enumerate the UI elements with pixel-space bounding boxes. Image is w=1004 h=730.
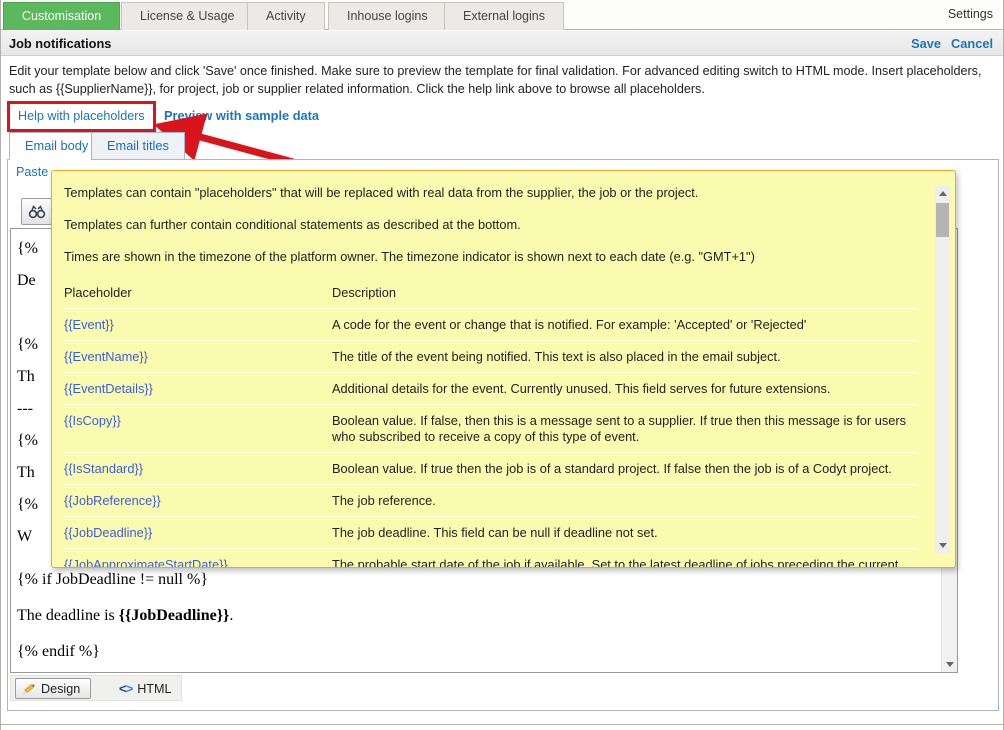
design-mode-button[interactable]: Design [15, 678, 91, 699]
editor-line: Th [17, 368, 35, 386]
placeholder-link[interactable]: {{Event}} [64, 317, 114, 332]
annotation-box: Help with placeholders [7, 101, 156, 132]
scrollbar-thumb[interactable] [936, 203, 949, 237]
editor-line-endif: {% endif %} [17, 643, 100, 661]
table-row: {{JobApproximateStartDate}} The probable… [64, 548, 915, 568]
editor-line: {% [17, 240, 38, 258]
preview-with-sample-data-link[interactable]: Preview with sample data [164, 108, 319, 123]
table-row: {{JobDeadline}} The job deadline. This f… [64, 516, 915, 548]
binoculars-icon [28, 205, 46, 219]
tooltip-intro-line: Templates can contain "placeholders" tha… [64, 177, 915, 209]
placeholder-description: Boolean value. If true then the job is o… [332, 453, 915, 484]
help-with-placeholders-link[interactable]: Help with placeholders [18, 109, 145, 123]
placeholder-description: Additional details for the event. Curren… [332, 373, 915, 404]
pencil-icon [22, 682, 36, 696]
placeholder-link[interactable]: {{JobDeadline}} [64, 525, 152, 540]
scroll-down-icon[interactable] [935, 537, 950, 553]
placeholder-description: The job deadline. This field can be null… [332, 517, 915, 548]
find-button[interactable] [21, 198, 52, 225]
tab-activity[interactable]: Activity [247, 2, 325, 30]
html-label: HTML [137, 682, 171, 696]
editor-line: Th [17, 464, 35, 482]
editor-line-deadline: The deadline is {{JobDeadline}}. [17, 607, 233, 625]
editor-line: De [17, 272, 36, 290]
placeholder-description: The job reference. [332, 485, 915, 516]
html-mode-button[interactable]: <> HTML [111, 678, 179, 699]
table-row: {{IsStandard}} Boolean value. If true th… [64, 452, 915, 484]
tooltip-intro-line: Templates can further contain conditiona… [64, 209, 915, 241]
tab-external-logins[interactable]: External logins [444, 2, 564, 30]
placeholder-link[interactable]: {{JobReference}} [64, 493, 161, 508]
cancel-button[interactable]: Cancel [951, 36, 993, 51]
scroll-up-icon[interactable] [935, 185, 950, 201]
tooltip-intro-line: Times are shown in the timezone of the p… [64, 241, 915, 273]
page-bottom-border [1, 724, 1003, 730]
tab-customisation[interactable]: Customisation [3, 2, 120, 30]
design-label: Design [41, 682, 80, 696]
tab-license-usage[interactable]: License & Usage [121, 2, 254, 30]
placeholder-link[interactable]: {{EventDetails}} [64, 381, 153, 396]
tooltip-scrollbar[interactable] [935, 185, 950, 553]
placeholder-link[interactable]: {{IsStandard}} [64, 461, 143, 476]
placeholder-link[interactable]: {{JobApproximateStartDate}} [64, 557, 228, 568]
settings-link[interactable]: Settings [948, 7, 993, 21]
placeholder-description: A code for the event or change that is n… [332, 309, 915, 340]
editor-line: {% [17, 336, 38, 354]
placeholder-link[interactable]: {{IsCopy}} [64, 413, 121, 428]
section-header: Job notifications Save Cancel [1, 31, 1003, 56]
col-header-description: Description [332, 277, 915, 308]
scroll-down-icon[interactable] [942, 656, 957, 672]
table-header-row: Placeholder Description [64, 277, 915, 308]
placeholder-description: The probable start date of the job if av… [332, 549, 915, 568]
deadline-placeholder: {{JobDeadline}} [119, 607, 230, 624]
save-button[interactable]: Save [911, 36, 941, 51]
table-row: {{Event}} A code for the event or change… [64, 308, 915, 340]
editor-line: --- [17, 400, 33, 418]
placeholders-table: Placeholder Description {{Event}} A code… [64, 277, 915, 568]
deadline-text: The deadline is [17, 607, 119, 624]
mode-switch-bar: Design <> HTML [10, 675, 182, 701]
editor-line: {% [17, 432, 38, 450]
col-header-placeholder: Placeholder [64, 277, 332, 307]
paste-link[interactable]: Paste [16, 165, 48, 179]
table-row: {{JobReference}} The job reference. [64, 484, 915, 516]
table-row: {{EventDetails}} Additional details for … [64, 372, 915, 404]
editor-line: W [17, 528, 32, 546]
editor-line-if: {% if JobDeadline != null %} [17, 571, 208, 589]
deadline-period: . [229, 607, 233, 624]
app-window: Customisation License & Usage Activity I… [0, 0, 1004, 730]
tab-inhouse-logins[interactable]: Inhouse logins [328, 2, 447, 30]
placeholder-description: The title of the event being notified. T… [332, 341, 915, 372]
code-icon: <> [119, 681, 132, 696]
tab-email-titles[interactable]: Email titles [91, 132, 185, 160]
top-tab-strip: Customisation License & Usage Activity I… [1, 0, 1003, 30]
table-row: {{IsCopy}} Boolean value. If false, then… [64, 404, 915, 452]
intro-text: Edit your template below and click 'Save… [9, 62, 999, 98]
placeholder-link[interactable]: {{EventName}} [64, 349, 148, 364]
placeholder-description: Boolean value. If false, then this is a … [332, 405, 915, 452]
page-title: Job notifications [9, 36, 111, 51]
table-row: {{EventName}} The title of the event bei… [64, 340, 915, 372]
placeholders-help-tooltip: Templates can contain "placeholders" tha… [51, 170, 956, 568]
editor-line: {% [17, 496, 38, 514]
